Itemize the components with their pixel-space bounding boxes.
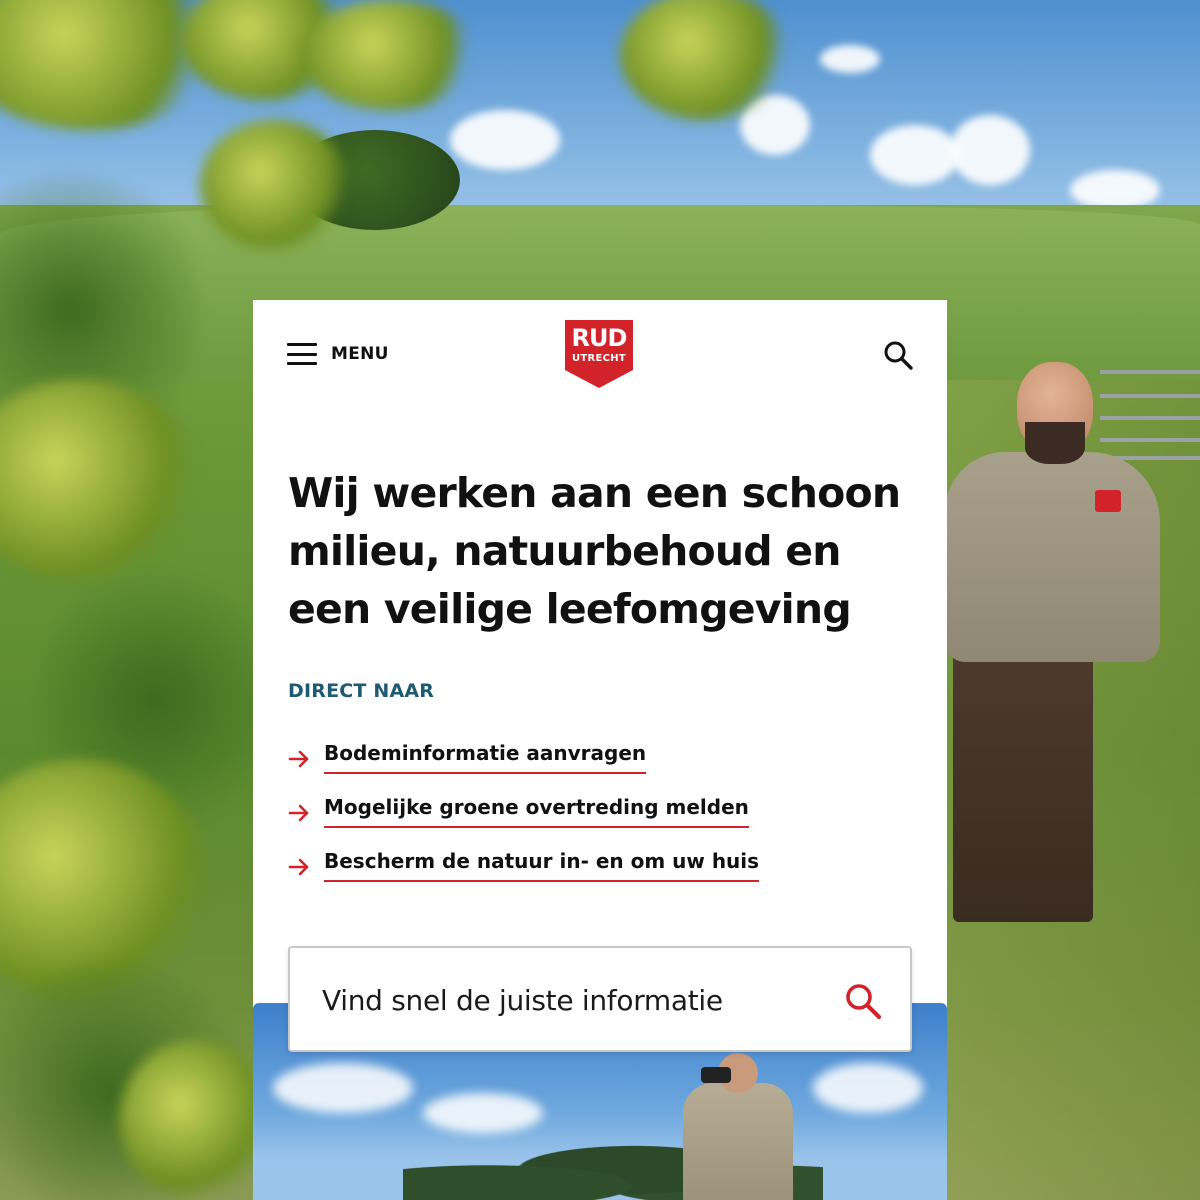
search-submit-button[interactable] (844, 982, 882, 1020)
foreground-leaves (300, 0, 480, 110)
page-headline: Wij werken aan een schoon milieu, natuur… (288, 469, 901, 633)
logo-text-secondary: UTRECHT (571, 353, 627, 364)
arrow-right-icon (288, 750, 309, 768)
quick-link-item: Mogelijke groene overtreding melden (288, 794, 908, 848)
menu-label: MENU (331, 344, 389, 364)
search-field[interactable]: Vind snel de juiste informatie (288, 946, 912, 1052)
cloud (820, 45, 880, 73)
search-placeholder: Vind snel de juiste informatie (322, 984, 723, 1017)
quick-link-bodeminformatie[interactable]: Bodeminformatie aanvragen (324, 740, 647, 774)
menu-button[interactable]: MENU (287, 340, 389, 368)
quick-link-item: Bescherm de natuur in- en om uw huis (288, 848, 908, 902)
top-navigation: MENU RUD UTRECHT (253, 300, 947, 410)
ranger-figure (945, 362, 1165, 922)
logo-text-primary: RUD (571, 324, 628, 352)
arrow-right-icon (288, 804, 309, 822)
search-icon (846, 984, 882, 1020)
direct-naar-heading: DIRECT NAAR (288, 680, 435, 702)
cloud (870, 125, 960, 185)
quick-link-groene-overtreding[interactable]: Mogelijke groene overtreding melden (324, 794, 749, 828)
cloud (950, 115, 1030, 185)
rud-utrecht-logo[interactable]: RUD UTRECHT (565, 320, 633, 388)
foreground-leaves (200, 120, 350, 250)
cloud (1070, 170, 1160, 210)
cloud (450, 110, 560, 170)
quick-links-list: Bodeminformatie aanvragen Mogelijke groe… (288, 740, 908, 902)
search-button[interactable] (883, 340, 913, 370)
arrow-right-icon (288, 858, 309, 876)
content-card: MENU RUD UTRECHT Wij werken aan een scho… (253, 300, 947, 1200)
foreground-leaves (120, 1040, 270, 1200)
search-icon (884, 341, 913, 370)
quick-link-item: Bodeminformatie aanvragen (288, 740, 908, 794)
hamburger-icon (287, 343, 317, 365)
quick-link-bescherm-natuur[interactable]: Bescherm de natuur in- en om uw huis (324, 848, 760, 882)
